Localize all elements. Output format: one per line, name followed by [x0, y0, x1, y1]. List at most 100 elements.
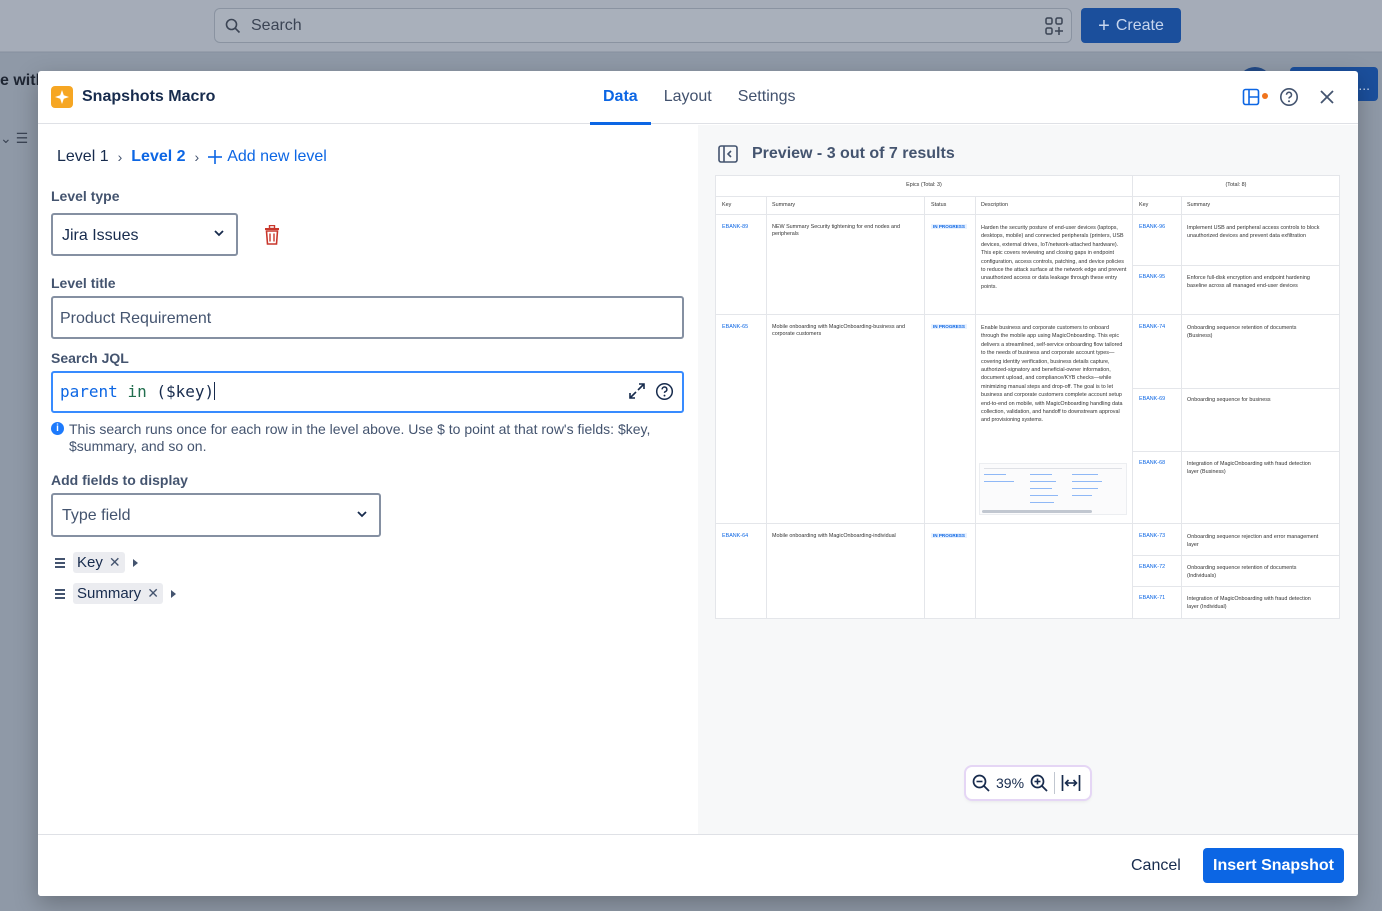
- zoom-divider: [1054, 772, 1056, 794]
- grid-line: [1132, 451, 1339, 452]
- tab-settings[interactable]: Settings: [725, 71, 809, 124]
- level-title-input[interactable]: Product Requirement: [51, 296, 684, 339]
- search-jql-input[interactable]: parent in ($key): [51, 371, 684, 413]
- field-chip-key: Key ✕: [73, 552, 125, 573]
- column-header: Status: [931, 202, 947, 208]
- child-row-summary: Enforce full-disk encryption and endpoin…: [1187, 275, 1310, 290]
- breadcrumb-level-1[interactable]: Level 1: [57, 148, 109, 166]
- level-type-label: Level type: [51, 188, 120, 204]
- remove-icon[interactable]: ✕: [147, 585, 159, 602]
- column-header: Key: [722, 202, 732, 208]
- snapshots-modal: Snapshots Macro Data Layout Settings Lev…: [38, 71, 1358, 896]
- jql-keyword: parent: [60, 382, 118, 401]
- search-icon: [225, 18, 241, 34]
- column-header: Key: [1139, 202, 1149, 208]
- zoom-control: 39%: [966, 767, 1090, 799]
- add-new-level-button[interactable]: Add new level: [208, 148, 327, 166]
- child-row-key[interactable]: EBANK-96: [1139, 224, 1165, 230]
- field-row-key: Key ✕: [55, 552, 138, 573]
- expand-icon[interactable]: [628, 382, 646, 400]
- child-row-key[interactable]: EBANK-74: [1139, 324, 1165, 330]
- expand-arrow-icon[interactable]: [132, 558, 138, 567]
- status-badge-label: IN PROGRESS: [931, 324, 967, 329]
- help-icon[interactable]: [655, 382, 674, 401]
- tab-data[interactable]: Data: [590, 71, 651, 125]
- level-title-placeholder: Product Requirement: [60, 310, 212, 327]
- cancel-button[interactable]: Cancel: [1120, 849, 1192, 882]
- help-icon: [1280, 88, 1298, 106]
- background-create-label: Create: [1115, 16, 1164, 34]
- child-row-key[interactable]: EBANK-73: [1139, 533, 1165, 539]
- column-header: Summary: [1187, 202, 1211, 208]
- table-row-summary: Mobile onboarding with MagicOnboarding-b…: [772, 324, 906, 337]
- table-row-key[interactable]: EBANK-89: [722, 224, 748, 230]
- collapse-panel-icon[interactable]: [718, 145, 738, 163]
- fit-width-icon[interactable]: [1061, 774, 1081, 792]
- grid-line: [1132, 265, 1339, 266]
- help-button[interactable]: [1278, 86, 1300, 108]
- drag-handle-icon[interactable]: [55, 557, 65, 568]
- drag-handle-icon[interactable]: [55, 588, 65, 599]
- field-row-summary: Summary ✕: [55, 583, 176, 604]
- child-row-summary: Implement USB and peripheral access cont…: [1187, 225, 1320, 240]
- embedded-table-thumbnail: [979, 463, 1127, 515]
- breadcrumb-level-2[interactable]: Level 2: [131, 148, 185, 166]
- jql-value: ($key): [156, 382, 215, 401]
- background-create-button: + Create: [1081, 8, 1181, 43]
- child-row-summary: Onboarding sequence for business: [1187, 397, 1271, 403]
- close-icon: [1320, 90, 1334, 104]
- tab-layout[interactable]: Layout: [651, 71, 725, 124]
- chevron-down-icon: [357, 511, 367, 518]
- level-type-value: Jira Issues: [62, 227, 139, 244]
- child-row-key[interactable]: EBANK-72: [1139, 564, 1165, 570]
- background-topbar: Search + Create: [0, 0, 1382, 52]
- table-row-description: Enable business and corporate customers …: [981, 325, 1123, 424]
- child-row-key[interactable]: EBANK-69: [1139, 396, 1165, 402]
- group-header-epics: Epics (Total: 3): [906, 182, 942, 188]
- child-row-summary: Integration of MagicOnboarding with frau…: [1187, 596, 1311, 611]
- table-row-summary: NEW Summary Security tightening for end …: [772, 224, 900, 237]
- zoom-out-icon[interactable]: [972, 774, 990, 792]
- column-header: Summary: [772, 202, 796, 208]
- level-title-label: Level title: [51, 275, 116, 291]
- child-row-summary: Onboarding sequence retention of documen…: [1187, 325, 1297, 340]
- close-button[interactable]: [1316, 86, 1338, 108]
- remove-icon[interactable]: ✕: [109, 554, 121, 571]
- child-row-key[interactable]: EBANK-68: [1139, 460, 1165, 466]
- field-chip-label: Summary: [77, 585, 142, 602]
- grid-line: [975, 196, 976, 618]
- zoom-in-icon[interactable]: [1030, 774, 1048, 792]
- table-row-key[interactable]: EBANK-65: [722, 324, 748, 330]
- child-row-key[interactable]: EBANK-71: [1139, 595, 1165, 601]
- level-type-select[interactable]: Jira Issues: [51, 213, 238, 256]
- preview-table: Epics (Total: 3) (Total: 8) Key Summary …: [715, 175, 1340, 619]
- chevron-down-icon: [214, 230, 224, 237]
- delete-level-button[interactable]: [264, 225, 280, 245]
- insert-snapshot-button[interactable]: Insert Snapshot: [1203, 848, 1344, 883]
- preview-header: Preview - 3 out of 7 results: [718, 145, 955, 163]
- group-header-children: (Total: 8): [1225, 182, 1247, 188]
- type-field-select[interactable]: Type field: [51, 493, 381, 537]
- grid-line: [716, 214, 1339, 215]
- table-row-description: Harden the security posture of end-user …: [981, 225, 1127, 290]
- jql-hint-text: This search runs once for each row in th…: [69, 421, 651, 454]
- fields-label: Add fields to display: [51, 472, 188, 488]
- header-actions: [1240, 86, 1338, 108]
- status-badge: IN PROGRESS: [931, 224, 967, 230]
- level-breadcrumb: Level 1 › Level 2 › Add new level: [57, 148, 327, 166]
- plus-icon: +: [1098, 14, 1110, 37]
- grid-line: [1132, 555, 1339, 556]
- grid-line: [716, 523, 1339, 524]
- grid-line: [1132, 388, 1339, 389]
- child-row-key[interactable]: EBANK-95: [1139, 274, 1165, 280]
- zoom-level: 39%: [996, 775, 1025, 791]
- table-row-key[interactable]: EBANK-64: [722, 533, 748, 539]
- preview-panel: Preview - 3 out of 7 results Epics (Tota…: [698, 125, 1358, 834]
- layout-panel-button[interactable]: [1240, 86, 1268, 108]
- grid-line: [716, 314, 1339, 315]
- expand-arrow-icon[interactable]: [170, 589, 176, 598]
- field-chip-label: Key: [77, 554, 103, 571]
- jql-hint: i This search runs once for each row in …: [51, 421, 671, 455]
- background-search: Search: [214, 8, 1072, 43]
- grid-line: [716, 618, 1339, 619]
